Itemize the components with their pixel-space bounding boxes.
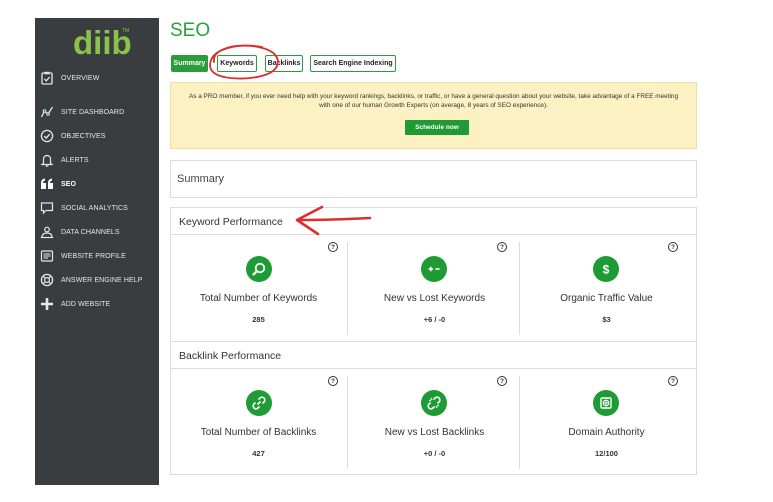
pro-member-banner: As a PRO member, if you ever need help w… — [170, 82, 697, 149]
sidebar-item-add-website[interactable]: ADD WEBSITE — [35, 294, 159, 314]
page-title: SEO — [170, 20, 211, 41]
check-circle-icon — [40, 129, 54, 143]
broken-link-icon — [421, 390, 447, 416]
backlink-performance-card: Backlink Performance ? Total Number of B… — [170, 341, 697, 475]
plus-icon — [40, 297, 54, 311]
sidebar-item-label: ADD WEBSITE — [61, 300, 111, 308]
backlink-performance-header: Backlink Performance — [171, 342, 696, 369]
sidebar-item-label: SITE DASHBOARD — [61, 108, 125, 116]
metric-new-vs-lost-keywords: ? New vs Lost Keywords +6 / -0 — [347, 235, 522, 342]
sidebar-item-answer-engine-help[interactable]: ANSWER ENGINE HELP — [35, 270, 159, 290]
help-icon[interactable]: ? — [668, 376, 678, 386]
metric-value: +0 / -0 — [423, 449, 446, 458]
sidebar-item-site-dashboard[interactable]: SITE DASHBOARD — [35, 102, 159, 122]
banner-message: As a PRO member, if you ever need help w… — [188, 93, 679, 109]
tab-backlinks[interactable]: Backlinks — [265, 55, 303, 72]
people-icon — [40, 225, 54, 239]
sidebar-item-website-profile[interactable]: WEBSITE PROFILE — [35, 246, 159, 266]
sidebar: diib TM OVERVIEW SITE DASHBOARD OBJECTIV… — [35, 18, 159, 485]
help-icon[interactable]: ? — [328, 242, 338, 252]
help-icon[interactable]: ? — [497, 376, 507, 386]
help-icon[interactable]: ? — [328, 376, 338, 386]
sidebar-item-label: ALERTS — [61, 156, 89, 164]
profile-card-icon — [40, 249, 54, 263]
metric-label: Domain Authority — [568, 427, 645, 438]
metric-value: 12/100 — [595, 449, 618, 458]
metric-value: +6 / -0 — [423, 315, 446, 324]
domain-icon — [593, 390, 619, 416]
keyword-performance-header: Keyword Performance — [171, 208, 696, 235]
clipboard-check-icon — [40, 71, 54, 85]
sidebar-item-label: OVERVIEW — [61, 74, 100, 82]
schedule-now-button[interactable]: Schedule now — [405, 120, 469, 135]
line-chart-icon — [40, 105, 54, 119]
svg-text:$: $ — [603, 263, 610, 277]
sidebar-item-label: DATA CHANNELS — [61, 228, 120, 236]
keyword-metrics: ? Total Number of Keywords 285 ? New vs … — [171, 235, 696, 342]
metric-value: $3 — [602, 315, 611, 324]
quote-icon — [40, 177, 54, 191]
metric-label: Total Number of Backlinks — [200, 427, 317, 438]
backlink-metrics: ? Total Number of Backlinks 427 ? New vs… — [171, 369, 696, 476]
sidebar-item-alerts[interactable]: ALERTS — [35, 150, 159, 170]
plus-minus-icon — [421, 256, 447, 282]
sidebar-item-label: SOCIAL ANALYTICS — [61, 204, 128, 212]
metric-label: New vs Lost Keywords — [383, 293, 486, 304]
logo-trademark: TM — [122, 28, 129, 34]
metric-label: Total Number of Keywords — [199, 293, 318, 304]
tab-search-engine-indexing[interactable]: Search Engine Indexing — [310, 55, 396, 72]
help-icon[interactable]: ? — [668, 242, 678, 252]
sidebar-item-label: WEBSITE PROFILE — [61, 252, 126, 260]
sidebar-item-label: OBJECTIVES — [61, 132, 106, 140]
diib-logo[interactable]: diib TM — [71, 24, 131, 60]
search-icon — [246, 256, 272, 282]
metric-total-keywords: ? Total Number of Keywords 285 — [171, 235, 346, 342]
dollar-icon: $ — [593, 256, 619, 282]
link-icon — [246, 390, 272, 416]
keyword-performance-heading: Keyword Performance — [179, 216, 283, 228]
metric-domain-authority: ? Domain Authority 12/100 — [519, 369, 694, 476]
sidebar-item-objectives[interactable]: OBJECTIVES — [35, 126, 159, 146]
summary-heading: Summary — [177, 173, 225, 185]
sidebar-item-social-analytics[interactable]: SOCIAL ANALYTICS — [35, 198, 159, 218]
metric-organic-traffic-value: ? $ Organic Traffic Value $3 — [519, 235, 694, 342]
bell-icon — [40, 153, 54, 167]
summary-card: Summary — [170, 160, 697, 198]
tab-keywords[interactable]: Keywords — [217, 55, 257, 72]
sidebar-item-data-channels[interactable]: DATA CHANNELS — [35, 222, 159, 242]
help-icon[interactable]: ? — [497, 242, 507, 252]
sidebar-item-label: ANSWER ENGINE HELP — [61, 276, 143, 284]
metric-label: New vs Lost Backlinks — [384, 427, 485, 438]
backlink-performance-heading: Backlink Performance — [179, 350, 282, 362]
keyword-performance-card: Keyword Performance ? Total Number of Ke… — [170, 207, 697, 342]
metric-new-vs-lost-backlinks: ? New vs Lost Backlinks +0 / -0 — [347, 369, 522, 476]
metric-value: 427 — [252, 449, 265, 458]
metric-label: Organic Traffic Value — [560, 293, 653, 304]
tab-summary[interactable]: Summary — [171, 55, 208, 72]
sidebar-item-label: SEO — [61, 180, 77, 188]
sidebar-item-overview[interactable]: OVERVIEW — [35, 68, 159, 88]
lifebuoy-icon — [40, 273, 54, 287]
chat-bubble-icon — [40, 201, 54, 215]
sidebar-item-seo[interactable]: SEO — [35, 174, 159, 194]
metric-total-backlinks: ? Total Number of Backlinks 427 — [171, 369, 346, 476]
metric-value: 285 — [252, 315, 265, 324]
